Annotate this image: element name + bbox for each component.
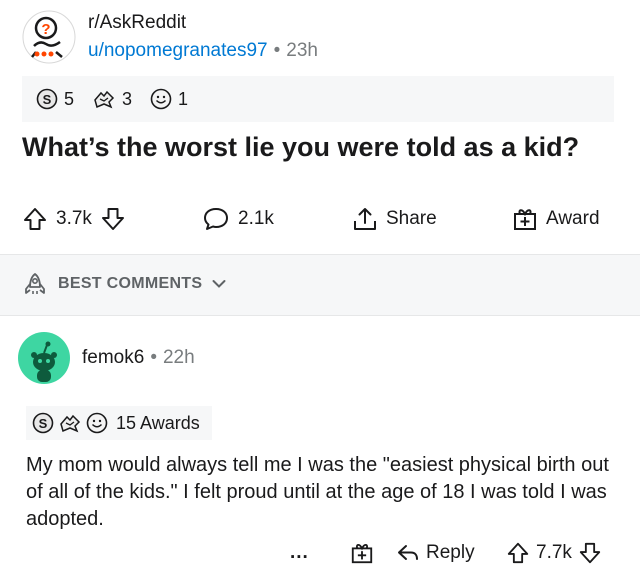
chevron-down-icon — [212, 280, 226, 288]
comment-body: My mom would always tell me I was the "e… — [26, 454, 609, 530]
gift-icon — [351, 544, 373, 564]
comment-award-button[interactable] — [350, 534, 374, 572]
rocket-icon — [25, 273, 45, 294]
separator-dot: • — [273, 40, 281, 61]
wholesome-award-icon — [150, 88, 172, 110]
separator-dot: • — [150, 347, 157, 368]
sort-dropdown[interactable]: BEST COMMENTS — [22, 271, 226, 297]
reply-button[interactable]: Reply — [396, 534, 475, 572]
comment-meta: femok6 • 22h — [82, 347, 195, 369]
more-icon: ... — [290, 542, 309, 563]
wholesome-award-icon — [86, 412, 108, 434]
subreddit-avatar[interactable]: ? — [22, 10, 76, 64]
snoo-avatar-icon — [18, 332, 70, 384]
vote-control: 3.7k — [22, 196, 126, 242]
helpful-award-icon — [60, 414, 81, 433]
comment-awards[interactable]: S 15 Awards — [26, 406, 212, 440]
comment-awards-label: 15 Awards — [116, 412, 200, 433]
comment-time: 22h — [162, 347, 195, 368]
post-header: ? r/AskReddit u/nopomegranates97 • 23h — [0, 0, 640, 74]
award-button[interactable]: Award — [512, 196, 600, 242]
downvote-icon[interactable] — [100, 206, 126, 232]
downvote-icon[interactable] — [578, 541, 602, 565]
comment-vote-control: 7.7k — [506, 534, 602, 572]
silver-award-icon: S — [32, 412, 54, 434]
post-author[interactable]: u/nopomegranates97 — [88, 40, 268, 61]
sort-bar: BEST COMMENTS — [0, 254, 640, 316]
share-icon — [354, 208, 376, 230]
svg-text:S: S — [39, 416, 48, 431]
award-count: 1 — [178, 88, 189, 109]
sort-label: BEST COMMENTS — [58, 275, 203, 292]
post-title[interactable]: What’s the worst lie you were told as a … — [22, 132, 579, 163]
comment-actions: ... Reply 7.7k — [0, 534, 640, 572]
post-actions: 3.7k 2.1k Share Award — [0, 196, 640, 242]
silver-award-icon: S — [36, 88, 58, 110]
award-helpful: 3 — [92, 88, 132, 110]
post-vote-count: 3.7k — [56, 208, 92, 229]
share-label: Share — [386, 208, 437, 229]
post-time: 23h — [286, 40, 318, 61]
comments-button[interactable]: 2.1k — [202, 196, 274, 242]
award-label: Award — [546, 208, 600, 229]
post-awards[interactable]: S 5 3 1 — [22, 76, 614, 122]
svg-text:?: ? — [41, 21, 50, 38]
comment-icon — [204, 208, 228, 230]
more-options-button[interactable]: ... — [290, 534, 309, 572]
award-wholesome: 1 — [150, 88, 188, 110]
post-meta: u/nopomegranates97 • 23h — [88, 40, 318, 62]
reply-label: Reply — [426, 542, 475, 563]
upvote-icon[interactable] — [506, 541, 530, 565]
avatar[interactable] — [18, 332, 70, 384]
gift-icon — [514, 209, 536, 230]
share-button[interactable]: Share — [352, 196, 437, 242]
award-count: 5 — [64, 88, 75, 109]
comment-vote-count: 7.7k — [536, 542, 572, 563]
askreddit-logo-icon: ? — [22, 10, 76, 64]
award-silver: S 5 — [36, 88, 74, 110]
comment-author[interactable]: femok6 — [82, 347, 144, 368]
helpful-award-icon — [94, 90, 115, 109]
reply-arrow-icon — [398, 545, 418, 560]
subreddit-name[interactable]: r/AskReddit — [88, 12, 186, 34]
upvote-icon[interactable] — [22, 206, 48, 232]
svg-text:S: S — [43, 92, 52, 107]
award-count: 3 — [122, 88, 133, 109]
comment-count: 2.1k — [238, 208, 274, 229]
